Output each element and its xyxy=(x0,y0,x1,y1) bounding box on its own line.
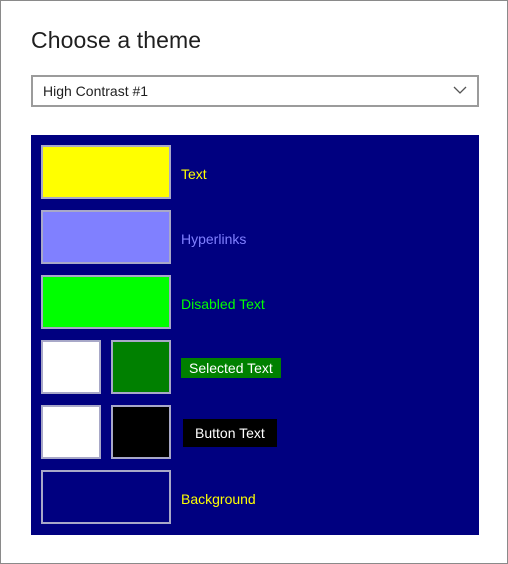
button-text-foreground-swatch[interactable] xyxy=(41,405,101,459)
hyperlinks-color-swatch[interactable] xyxy=(41,210,171,264)
disabled-text-color-swatch[interactable] xyxy=(41,275,171,329)
theme-dropdown[interactable]: High Contrast #1 xyxy=(31,75,479,107)
hyperlinks-label: Hyperlinks xyxy=(181,231,247,247)
disabled-text-label: Disabled Text xyxy=(181,296,265,312)
chevron-down-icon xyxy=(453,86,467,94)
text-color-swatch[interactable] xyxy=(41,145,171,199)
button-text-label: Button Text xyxy=(183,419,277,447)
background-label: Background xyxy=(181,491,256,507)
page-title: Choose a theme xyxy=(31,27,202,53)
text-label: Text xyxy=(181,166,207,182)
theme-settings-panel: Choose a theme High Contrast #1 Text Hyp… xyxy=(0,0,508,564)
selected-text-background-swatch[interactable] xyxy=(111,340,171,394)
theme-dropdown-value: High Contrast #1 xyxy=(43,83,149,99)
background-color-swatch[interactable] xyxy=(41,470,171,524)
selected-text-label: Selected Text xyxy=(181,358,281,378)
button-text-background-swatch[interactable] xyxy=(111,405,171,459)
selected-text-foreground-swatch[interactable] xyxy=(41,340,101,394)
theme-preview: Text Hyperlinks Disabled Text Selected T… xyxy=(31,135,479,535)
